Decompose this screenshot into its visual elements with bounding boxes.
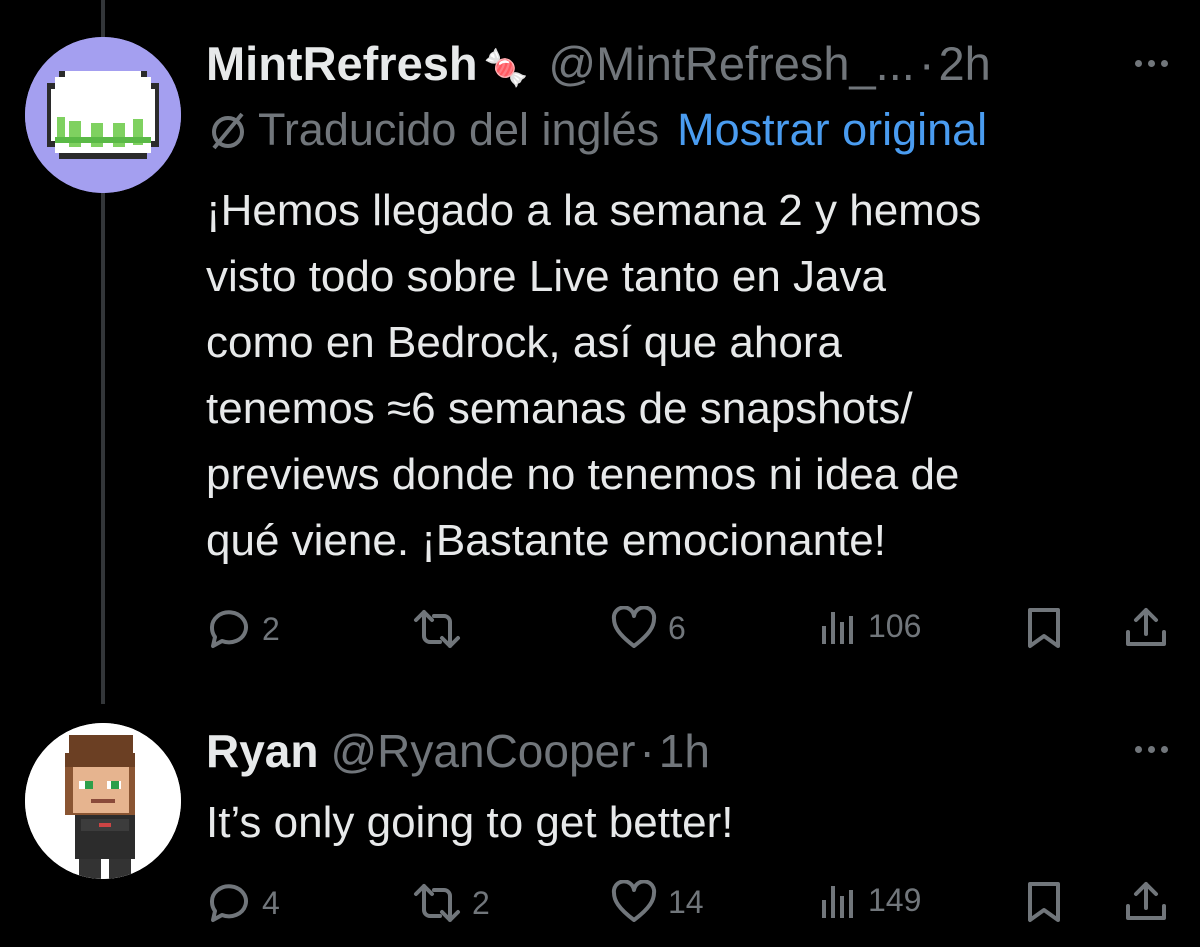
share-icon <box>1126 608 1166 646</box>
author-name[interactable]: Ryan <box>206 724 318 778</box>
share-button[interactable] <box>1124 880 1168 924</box>
views-button[interactable]: 149 <box>818 880 921 920</box>
like-icon <box>611 606 657 648</box>
reply-button[interactable]: 2 <box>206 606 280 652</box>
avatar-mintrefresh[interactable] <box>25 37 181 193</box>
translate-icon <box>212 112 244 150</box>
avatar-ryan[interactable] <box>25 723 181 879</box>
tweet-header: MintRefresh 🍬 @MintRefresh_... · 2h <box>206 36 991 91</box>
share-button[interactable] <box>1124 606 1168 650</box>
mint-candy-avatar-image <box>25 37 181 193</box>
minecraft-character-avatar-image <box>25 723 181 879</box>
like-icon <box>611 880 657 922</box>
bookmark-button[interactable] <box>1024 880 1064 924</box>
view-count: 106 <box>868 607 922 644</box>
tweet-actions: 2 6 106 <box>206 606 1170 656</box>
separator-dot: · <box>918 37 935 90</box>
tweet-text: It’s only going to get better! <box>206 798 734 847</box>
reply-count: 4 <box>262 884 280 921</box>
like-button[interactable]: 6 <box>610 606 686 650</box>
like-count: 6 <box>668 609 686 646</box>
reply-icon <box>209 884 248 922</box>
views-icon <box>822 612 853 644</box>
author-name[interactable]: MintRefresh <box>206 36 478 91</box>
translation-notice: Traducido del inglés Mostrar original <box>206 104 987 156</box>
repost-icon <box>414 610 460 648</box>
bookmark-button[interactable] <box>1024 606 1064 650</box>
like-button[interactable]: 14 <box>610 880 704 924</box>
reply-icon <box>209 610 248 648</box>
views-icon <box>822 886 853 918</box>
reply-count: 2 <box>262 610 280 647</box>
separator-dot: · <box>639 725 655 777</box>
tweet-actions: 4 2 14 149 <box>206 880 1170 930</box>
author-handle[interactable]: @RyanCooper <box>330 724 635 778</box>
bookmark-icon <box>1028 608 1060 648</box>
share-icon <box>1126 882 1166 920</box>
candy-emoji: 🍬 <box>483 47 529 88</box>
timestamp[interactable]: 1h <box>659 724 710 778</box>
translated-label: Traducido del inglés <box>258 104 660 155</box>
author-handle[interactable]: @MintRefresh_... <box>548 36 914 91</box>
timestamp[interactable]: 2h <box>938 36 990 91</box>
more-icon[interactable] <box>1135 60 1168 67</box>
tweet-header: Ryan @RyanCooper · 1h <box>206 724 710 778</box>
repost-count: 2 <box>472 884 490 921</box>
bookmark-icon <box>1028 882 1060 922</box>
view-count: 149 <box>868 881 922 918</box>
reply-button[interactable]: 4 <box>206 880 280 926</box>
more-icon[interactable] <box>1135 746 1168 753</box>
views-button[interactable]: 106 <box>818 606 921 646</box>
tweet-text: ¡Hemos llegado a la semana 2 y hemos vis… <box>206 186 982 565</box>
repost-button[interactable]: 2 <box>412 880 490 926</box>
repost-icon <box>414 884 460 922</box>
like-count: 14 <box>668 883 704 920</box>
show-original-link[interactable]: Mostrar original <box>677 104 987 156</box>
repost-button[interactable] <box>412 606 472 652</box>
